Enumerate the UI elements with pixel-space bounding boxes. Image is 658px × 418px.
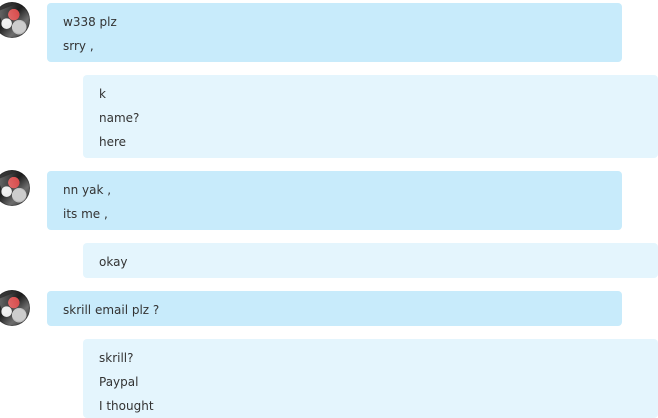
outgoing-message-bubble: skrill? Paypal I thought (83, 339, 658, 418)
message-line: skrill? (99, 351, 134, 365)
message-line: okay (99, 255, 128, 269)
message-line: its me , (63, 207, 108, 221)
outgoing-message-bubble: k name? here (83, 75, 658, 158)
message-line: here (99, 135, 127, 149)
message-line: Paypal (99, 375, 139, 389)
message-line: I thought (99, 399, 154, 413)
contact-avatar-icon[interactable] (0, 170, 30, 206)
outgoing-message-bubble: okay (83, 243, 658, 278)
incoming-message-bubble: nn yak , its me , (47, 171, 622, 230)
message-line: skrill email plz ? (63, 303, 160, 317)
message-line: nn yak , (63, 183, 112, 197)
incoming-message-bubble: w338 plz srry , (47, 3, 622, 62)
message-line: k (99, 87, 106, 101)
incoming-message-bubble: skrill email plz ? (47, 291, 622, 326)
message-line: srry , (63, 39, 94, 53)
contact-avatar-icon[interactable] (0, 290, 30, 326)
message-line: w338 plz (63, 15, 117, 29)
message-line: name? (99, 111, 140, 125)
contact-avatar-icon[interactable] (0, 2, 30, 38)
